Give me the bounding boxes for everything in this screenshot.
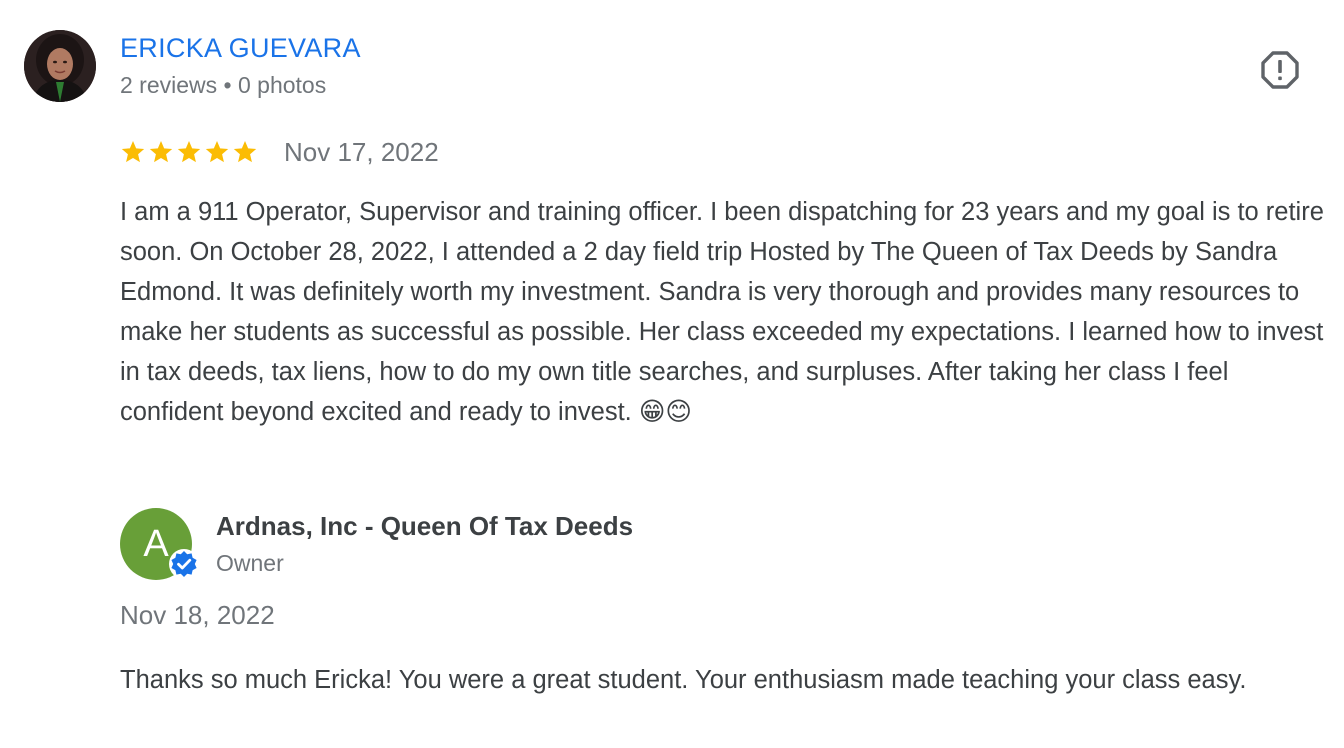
reviewer-avatar[interactable]	[24, 30, 96, 102]
verified-badge	[168, 548, 200, 580]
reviewer-photo	[24, 30, 96, 102]
reviewer-name[interactable]: ERICKA GUEVARA	[120, 33, 361, 64]
review-date: Nov 17, 2022	[284, 136, 439, 167]
star-rating	[120, 139, 258, 165]
verified-badge-icon	[169, 549, 199, 579]
rating-row: Nov 17, 2022	[120, 136, 439, 168]
report-flag-icon	[1261, 51, 1299, 89]
owner-name: Ardnas, Inc - Queen Of Tax Deeds	[216, 511, 634, 541]
star-icon	[233, 140, 257, 163]
review-card: ERICKA GUEVARA 2 reviews • 0 photos Nov …	[0, 0, 1344, 748]
star-icon	[177, 140, 201, 163]
star-icon	[149, 140, 173, 163]
report-review-button[interactable]	[1260, 50, 1300, 90]
reply-text: Thanks so much Ericka! You were a great …	[120, 666, 1247, 694]
owner-role: Owner	[216, 550, 284, 576]
review-text: I am a 911 Operator, Supervisor and trai…	[120, 198, 1324, 426]
reply-date: Nov 18, 2022	[120, 600, 275, 630]
star-icon	[121, 140, 145, 163]
star-icon	[205, 140, 229, 163]
reviewer-stats: 2 reviews • 0 photos	[120, 72, 327, 98]
